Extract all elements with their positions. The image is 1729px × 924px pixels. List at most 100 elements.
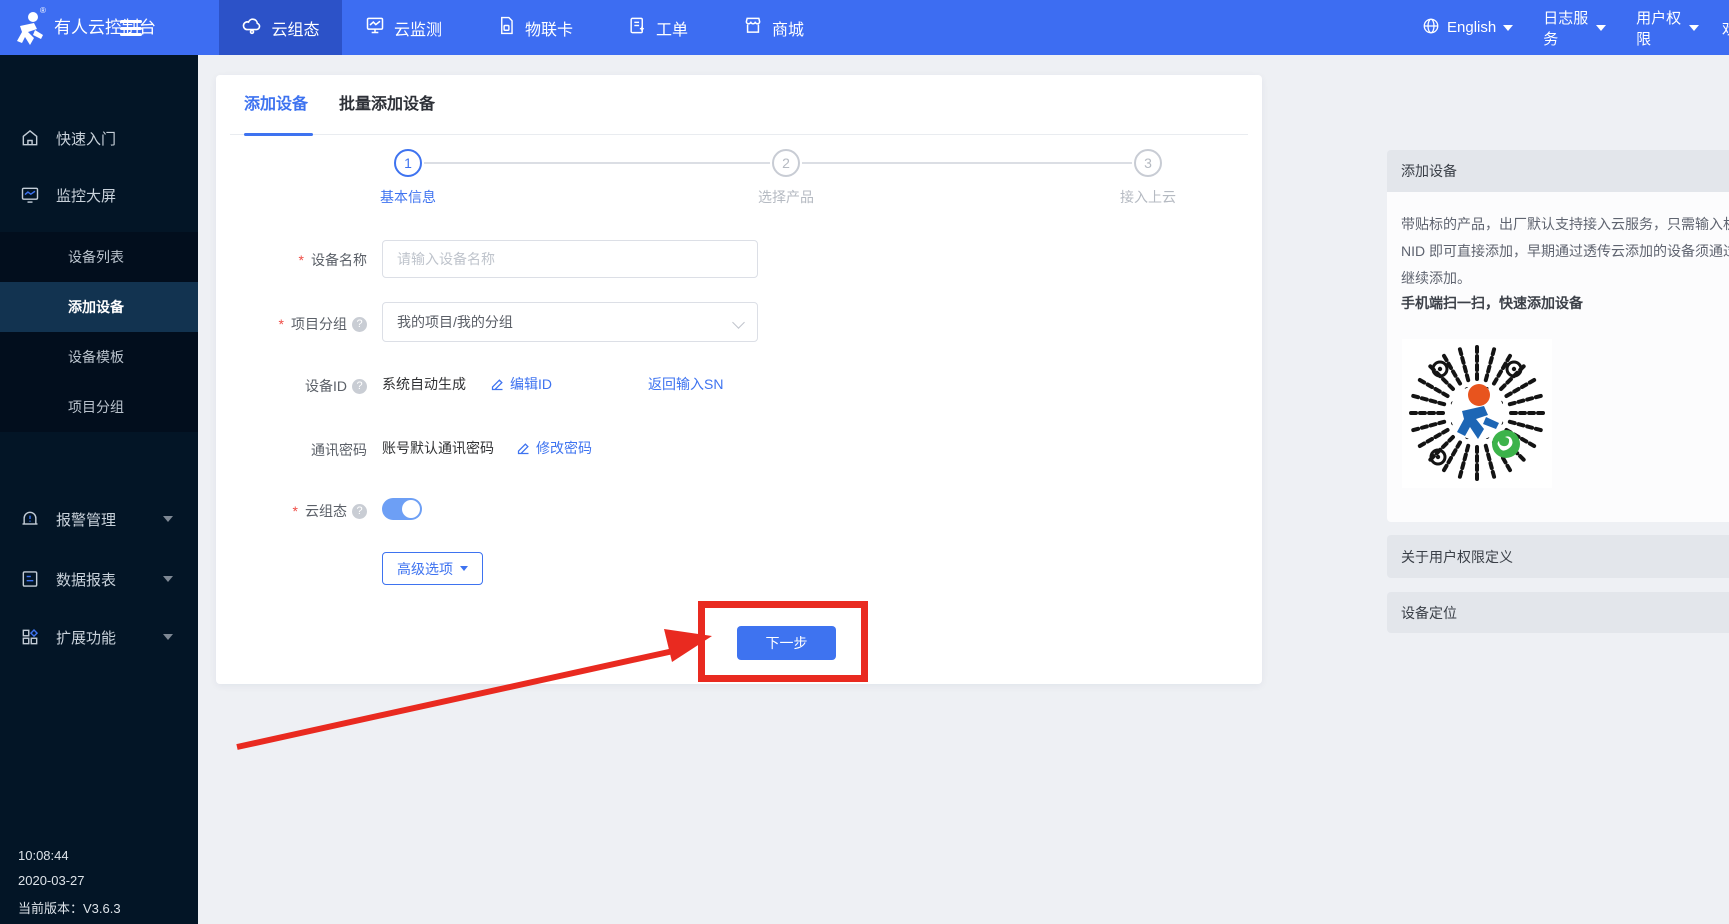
- aside-text-line: NID 即可直接添加，早期通过透传云添加的设备须通过: [1401, 238, 1729, 265]
- active-tab-underline: [244, 133, 313, 136]
- sidebar-item-label: 扩展功能: [56, 627, 116, 648]
- tab-cloud-monitor[interactable]: 云监测: [365, 15, 442, 40]
- device-name-label: * 设备名称: [216, 250, 367, 270]
- accordion-user-permission[interactable]: 关于用户权限定义: [1387, 535, 1729, 578]
- edit-icon: [490, 377, 505, 392]
- user-permission-label: 用户权限: [1636, 7, 1682, 49]
- device-name-input[interactable]: [382, 240, 758, 278]
- project-group-label: * 项目分组 ?: [216, 314, 367, 334]
- sidebar-item-data-report[interactable]: 数据报表: [0, 565, 198, 593]
- sim-card-icon: [497, 16, 516, 40]
- monitor-icon: [365, 15, 385, 40]
- step-2-label: 选择产品: [716, 187, 856, 207]
- sidebar-item-label: 数据报表: [56, 569, 116, 590]
- step-connector: [424, 162, 770, 164]
- dashboard-icon: [20, 185, 40, 205]
- chevron-down-icon: [163, 576, 173, 582]
- add-device-panel: 添加设备 批量添加设备 1 2 3 基本信息 选择产品 接入上云 * 设备名称 …: [216, 75, 1262, 684]
- cloud-scada-label: * 云组态 ?: [216, 501, 367, 521]
- sidebar-item-label: 报警管理: [56, 509, 116, 530]
- work-order-icon: [628, 16, 647, 40]
- language-switcher[interactable]: English: [1422, 17, 1513, 39]
- step-1-label: 基本信息: [338, 187, 478, 207]
- accordion-device-location[interactable]: 设备定位: [1387, 592, 1729, 633]
- tab-label: 云监测: [394, 16, 442, 40]
- sidebar-item-project-group[interactable]: 项目分组: [0, 382, 198, 432]
- comm-password-row: 账号默认通讯密码 修改密码: [382, 438, 592, 458]
- sidebar-item-add-device[interactable]: 添加设备: [0, 282, 198, 332]
- sidebar-item-label: 设备模板: [68, 349, 124, 365]
- tab-mall[interactable]: 商城: [743, 15, 804, 40]
- edit-icon: [516, 441, 531, 456]
- tab-label: 工单: [656, 16, 688, 40]
- user-permission-menu[interactable]: 用户权限: [1636, 7, 1699, 49]
- sidebar-item-label: 快速入门: [56, 128, 116, 149]
- sidebar-item-device-list[interactable]: 设备列表: [0, 232, 198, 282]
- device-id-label: 设备ID ?: [216, 376, 367, 396]
- advanced-options-button[interactable]: 高级选项: [382, 552, 483, 585]
- cloud-icon: [241, 14, 263, 41]
- clipped-text: 欢: [1722, 18, 1729, 39]
- tab-label: 云组态: [271, 16, 319, 40]
- comm-password-value: 账号默认通讯密码: [382, 438, 494, 458]
- qr-code: [1402, 339, 1552, 488]
- sidebar-item-alarm-management[interactable]: 报警管理: [0, 505, 198, 533]
- aside-text-line: 带贴标的产品，出厂默认支持接入云服务，只需输入机: [1401, 211, 1729, 238]
- cloud-scada-toggle[interactable]: [382, 498, 422, 520]
- topbar-nav: 云监测 物联卡 工单: [365, 0, 804, 55]
- sidebar-item-device-template[interactable]: 设备模板: [0, 332, 198, 382]
- step-2-circle: 2: [772, 149, 800, 177]
- language-label: English: [1447, 19, 1496, 36]
- clock-time: 10:08:44: [18, 848, 69, 863]
- chevron-down-icon: [1596, 25, 1606, 31]
- sidebar-item-label: 项目分组: [68, 399, 124, 415]
- report-icon: [20, 569, 40, 589]
- next-step-button[interactable]: 下一步: [737, 626, 836, 660]
- tab-label: 商城: [772, 16, 804, 40]
- tab-label: 物联卡: [525, 16, 573, 40]
- sidebar-item-label: 添加设备: [68, 299, 124, 315]
- topbar-right: English 日志服务 用户权限: [1422, 0, 1729, 55]
- tab-work-order[interactable]: 工单: [628, 16, 688, 40]
- step-3-label: 接入上云: [1078, 187, 1218, 207]
- scan-tip: 手机端扫一扫，快速添加设备: [1401, 293, 1583, 313]
- project-group-select[interactable]: 我的项目/我的分组: [382, 302, 758, 342]
- chevron-down-icon: [1689, 25, 1699, 31]
- tab-cloud-scada[interactable]: 云组态: [219, 0, 342, 55]
- question-icon[interactable]: ?: [352, 379, 367, 394]
- registered-mark: ®: [40, 6, 46, 15]
- chevron-down-icon: [460, 566, 468, 571]
- device-id-value: 系统自动生成: [382, 374, 466, 394]
- sidebar: 快速入门 监控大屏 设备管理 设备列表 添加设备 设备模板: [0, 55, 198, 924]
- sidebar-item-extensions[interactable]: 扩展功能: [0, 623, 198, 651]
- chevron-down-icon: [732, 316, 745, 329]
- question-icon[interactable]: ?: [352, 317, 367, 332]
- toggle-knob: [402, 500, 420, 518]
- alarm-icon: [20, 509, 40, 529]
- chevron-down-icon: [1503, 25, 1513, 31]
- menu-icon[interactable]: [120, 20, 142, 36]
- tab-iot-card[interactable]: 物联卡: [497, 16, 573, 40]
- log-service-menu[interactable]: 日志服务: [1543, 7, 1606, 49]
- back-to-sn-link[interactable]: 返回输入SN: [648, 374, 723, 394]
- globe-icon: [1422, 17, 1440, 39]
- topbar: ® 有人云控制台 云组态 云监测: [0, 0, 1729, 55]
- change-password-link[interactable]: 修改密码: [516, 438, 592, 458]
- edit-id-link[interactable]: 编辑ID: [490, 374, 552, 394]
- tab-add-device[interactable]: 添加设备: [244, 75, 308, 135]
- home-icon: [20, 128, 40, 148]
- sidebar-item-quick-start[interactable]: 快速入门: [0, 124, 198, 152]
- tab-batch-add-device[interactable]: 批量添加设备: [339, 75, 435, 135]
- version-label: 当前版本：V3.6.3: [18, 898, 121, 917]
- question-icon[interactable]: ?: [352, 504, 367, 519]
- sidebar-item-dashboard[interactable]: 监控大屏: [0, 181, 198, 209]
- chevron-down-icon: [163, 634, 173, 640]
- log-service-label: 日志服务: [1543, 7, 1589, 49]
- clock-date: 2020-03-27: [18, 873, 85, 888]
- comm-password-label: 通讯密码: [216, 440, 367, 460]
- tab-bar: 添加设备 批量添加设备: [230, 75, 1248, 135]
- aside-card-body: 带贴标的产品，出厂默认支持接入云服务，只需输入机 NID 即可直接添加，早期通过…: [1387, 192, 1729, 522]
- aside-text-line: 继续添加。: [1401, 265, 1471, 292]
- sidebar-item-label: 监控大屏: [56, 185, 116, 206]
- sidebar-item-label: 设备列表: [68, 249, 124, 265]
